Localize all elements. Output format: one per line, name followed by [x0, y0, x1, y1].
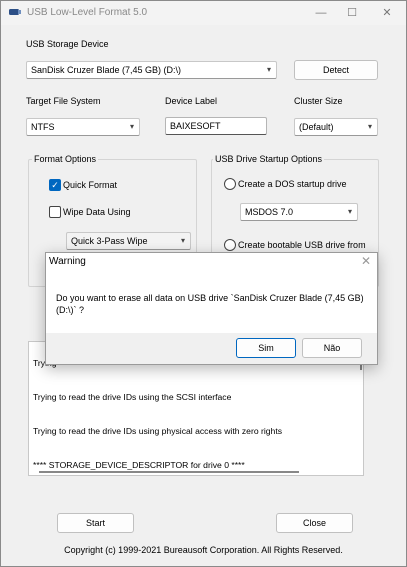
- chevron-down-icon: ▾: [129, 122, 134, 131]
- filesystem-select[interactable]: NTFS ▾: [26, 118, 140, 136]
- chevron-down-icon: ▾: [367, 122, 372, 131]
- log-line: Trying to read the drive IDs using the S…: [33, 392, 232, 402]
- maximize-button[interactable]: ☐: [335, 1, 369, 25]
- quick-format-checkbox[interactable]: ✓: [49, 179, 61, 191]
- device-label-input[interactable]: BAIXESOFT: [165, 117, 267, 135]
- device-label-label: Device Label: [165, 96, 218, 106]
- minimize-button[interactable]: —: [304, 1, 338, 25]
- log-line: Trying to read the drive IDs using physi…: [33, 426, 283, 436]
- dialog-title: Warning: [49, 256, 86, 267]
- dialog-close-icon[interactable]: ✕: [361, 254, 371, 268]
- window-title: USB Low-Level Format 5.0: [27, 7, 148, 18]
- cluster-size-select[interactable]: (Default) ▾: [294, 118, 378, 136]
- title-bar: USB Low-Level Format 5.0 — ☐ ✕: [1, 1, 406, 25]
- dos-version-value: MSDOS 7.0: [245, 207, 294, 217]
- usb-device-select[interactable]: SanDisk Cruzer Blade (7,45 GB) (D:\) ▾: [26, 61, 277, 79]
- cluster-size-label: Cluster Size: [294, 96, 343, 106]
- filesystem-label: Target File System: [26, 96, 101, 106]
- quick-format-label: Quick Format: [63, 180, 118, 190]
- copyright-text: Copyright (c) 1999-2021 Bureausoft Corpo…: [64, 545, 343, 555]
- usb-drive-icon: [9, 9, 21, 15]
- close-window-button[interactable]: ✕: [370, 1, 404, 25]
- horizontal-scrollbar[interactable]: [39, 471, 299, 473]
- log-line: **** STORAGE_DEVICE_DESCRIPTOR for drive…: [33, 460, 245, 470]
- dos-startup-label: Create a DOS startup drive: [238, 179, 347, 189]
- usb-device-label: USB Storage Device: [26, 39, 109, 49]
- wipe-data-label: Wipe Data Using: [63, 207, 131, 217]
- detect-button[interactable]: Detect: [294, 60, 378, 80]
- cluster-size-value: (Default): [299, 122, 334, 132]
- startup-options-title: USB Drive Startup Options: [213, 154, 325, 164]
- no-button[interactable]: Não: [302, 338, 362, 358]
- wipe-method-select[interactable]: Quick 3-Pass Wipe ▾: [66, 232, 191, 250]
- dialog-button-bar: Sim Não: [46, 333, 377, 364]
- dos-startup-radio[interactable]: [224, 178, 236, 190]
- wipe-method-value: Quick 3-Pass Wipe: [71, 236, 148, 246]
- bootable-usb-label: Create bootable USB drive from: [238, 240, 366, 250]
- chevron-down-icon: ▾: [347, 207, 352, 216]
- wipe-data-checkbox[interactable]: [49, 206, 61, 218]
- yes-button[interactable]: Sim: [236, 338, 296, 358]
- chevron-down-icon: ▾: [266, 65, 271, 74]
- filesystem-value: NTFS: [31, 122, 55, 132]
- close-button[interactable]: Close: [276, 513, 353, 533]
- bootable-usb-radio[interactable]: [224, 239, 236, 251]
- usb-device-value: SanDisk Cruzer Blade (7,45 GB) (D:\): [31, 65, 182, 75]
- start-button[interactable]: Start: [57, 513, 134, 533]
- format-options-title: Format Options: [32, 154, 99, 164]
- chevron-down-icon: ▾: [180, 236, 185, 245]
- warning-dialog: Warning ✕ Do you want to erase all data …: [45, 252, 378, 365]
- dialog-message: Do you want to erase all data on USB dri…: [56, 293, 364, 315]
- dos-version-select[interactable]: MSDOS 7.0 ▾: [240, 203, 358, 221]
